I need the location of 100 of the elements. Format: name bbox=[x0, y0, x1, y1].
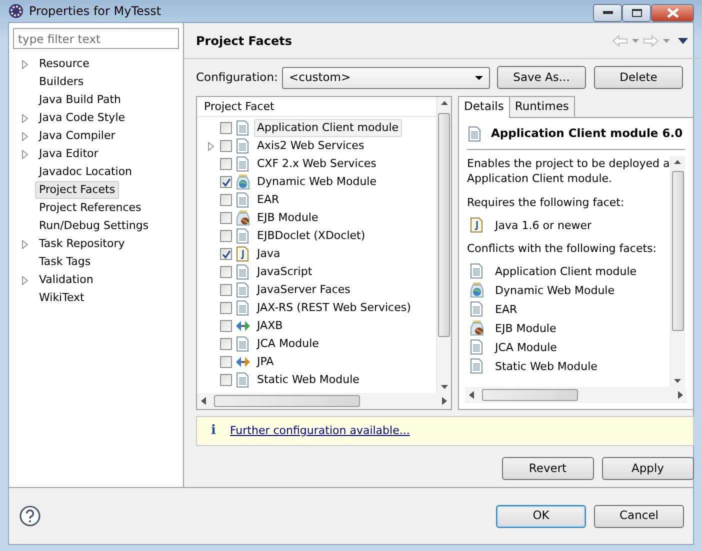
document-icon bbox=[469, 358, 485, 374]
checkbox[interactable] bbox=[220, 320, 232, 332]
facet-item[interactable]: JCA Module bbox=[254, 334, 322, 354]
horizontal-scrollbar[interactable] bbox=[197, 393, 451, 409]
apply-button[interactable]: Apply bbox=[602, 457, 694, 480]
ok-button[interactable]: OK bbox=[496, 504, 586, 528]
scroll-right-icon[interactable] bbox=[442, 397, 447, 405]
filter-field[interactable]: type filter text bbox=[13, 28, 179, 49]
document-icon bbox=[469, 339, 485, 355]
facet-description: Enables the project to be deployed a bbox=[467, 156, 670, 170]
checkbox[interactable] bbox=[220, 230, 232, 242]
tab[interactable]: Details bbox=[458, 96, 510, 118]
expand-icon[interactable] bbox=[208, 142, 214, 150]
checkbox[interactable] bbox=[220, 374, 232, 386]
horizontal-scrollbar[interactable] bbox=[465, 387, 687, 403]
expand-icon[interactable] bbox=[22, 60, 28, 68]
vertical-scrollbar[interactable] bbox=[436, 97, 451, 393]
tree-item[interactable]: Java Code Style bbox=[35, 108, 130, 128]
caret-icon[interactable] bbox=[632, 38, 639, 42]
page-title: Project Facets bbox=[196, 32, 292, 50]
configuration-dropdown[interactable]: <custom> bbox=[282, 66, 490, 88]
facet-item[interactable]: EJB Module bbox=[254, 208, 322, 228]
tab[interactable]: Runtimes bbox=[508, 96, 575, 118]
document-icon bbox=[235, 156, 251, 172]
facet-item[interactable]: JavaServer Faces bbox=[254, 280, 354, 300]
facet-item[interactable]: Static Web Module bbox=[254, 370, 362, 390]
configuration-label: Configuration: bbox=[196, 68, 279, 86]
tree-item[interactable]: Java Editor bbox=[35, 144, 102, 164]
facet-item[interactable]: Axis2 Web Services bbox=[254, 136, 368, 156]
document-icon bbox=[235, 138, 251, 154]
caret-icon bbox=[475, 76, 483, 80]
document-icon bbox=[469, 301, 485, 317]
checkbox[interactable] bbox=[220, 122, 232, 134]
checkbox[interactable] bbox=[220, 284, 232, 296]
facet-item[interactable]: JavaScript bbox=[254, 262, 316, 282]
checkbox[interactable] bbox=[220, 176, 232, 188]
facet-item[interactable]: Dynamic Web Module bbox=[254, 172, 380, 192]
facet-item[interactable]: JPA bbox=[254, 352, 277, 372]
java-file-icon bbox=[469, 217, 485, 233]
scroll-right-icon[interactable] bbox=[678, 391, 683, 399]
conflicting-facet: Dynamic Web Module bbox=[495, 282, 614, 298]
maximize-icon bbox=[632, 9, 642, 17]
checkbox[interactable] bbox=[220, 212, 232, 224]
expand-icon[interactable] bbox=[22, 150, 28, 158]
save-as-button[interactable]: Save As... bbox=[497, 66, 586, 89]
document-icon bbox=[235, 372, 251, 388]
checkbox[interactable] bbox=[220, 338, 232, 350]
tree-item[interactable]: WikiText bbox=[35, 288, 88, 308]
expand-icon[interactable] bbox=[22, 276, 28, 284]
double-arrow-icon bbox=[235, 318, 251, 334]
facet-item[interactable]: CXF 2.x Web Services bbox=[254, 154, 380, 174]
facet-item[interactable]: EJBDoclet (XDoclet) bbox=[254, 226, 368, 246]
checkbox[interactable] bbox=[220, 194, 232, 206]
conflicting-facet: Static Web Module bbox=[495, 358, 598, 374]
back-icon[interactable] bbox=[612, 34, 628, 46]
facet-item[interactable]: Java bbox=[254, 244, 284, 264]
checkbox[interactable] bbox=[220, 140, 232, 152]
forward-icon[interactable] bbox=[642, 34, 659, 46]
tree-item[interactable]: Builders bbox=[35, 72, 88, 92]
tree-item[interactable]: Project Facets bbox=[35, 180, 120, 200]
facet-item[interactable]: JAXB bbox=[254, 316, 286, 336]
facet-item[interactable]: JAX-RS (REST Web Services) bbox=[254, 298, 414, 318]
tree-item[interactable]: Task Repository bbox=[35, 234, 129, 254]
vertical-scrollbar[interactable] bbox=[670, 156, 685, 387]
expand-icon[interactable] bbox=[22, 132, 28, 140]
document-icon bbox=[235, 336, 251, 352]
minimize-button[interactable] bbox=[593, 4, 622, 22]
document-icon bbox=[235, 300, 251, 316]
menu-icon[interactable] bbox=[678, 38, 688, 44]
tree-item[interactable]: Javadoc Location bbox=[35, 162, 136, 182]
facet-description: Application Client module. bbox=[467, 170, 614, 186]
facet-item[interactable]: Application Client module bbox=[254, 118, 402, 138]
tree-item[interactable]: Java Compiler bbox=[35, 126, 120, 146]
facet-item[interactable]: EAR bbox=[254, 190, 282, 210]
checkbox[interactable] bbox=[220, 356, 232, 368]
tree-item[interactable]: Task Tags bbox=[35, 252, 95, 272]
tree-item[interactable]: Run/Debug Settings bbox=[35, 216, 153, 236]
scroll-left-icon[interactable] bbox=[201, 397, 206, 405]
tree-item[interactable]: Validation bbox=[35, 270, 98, 290]
document-icon bbox=[235, 228, 251, 244]
revert-button[interactable]: Revert bbox=[502, 457, 594, 480]
further-configuration-link[interactable]: Further configuration available... bbox=[230, 422, 410, 440]
checkbox[interactable] bbox=[220, 248, 232, 260]
close-button[interactable] bbox=[651, 4, 694, 22]
checkbox[interactable] bbox=[220, 158, 232, 170]
maximize-button[interactable] bbox=[622, 4, 651, 22]
tree-item[interactable]: Project References bbox=[35, 198, 146, 218]
tree-item[interactable]: Java Build Path bbox=[35, 90, 126, 110]
checkbox[interactable] bbox=[220, 302, 232, 314]
caret-icon[interactable] bbox=[662, 38, 670, 42]
tree-item[interactable]: Resource bbox=[35, 54, 94, 74]
expand-icon[interactable] bbox=[22, 114, 28, 122]
expand-icon[interactable] bbox=[22, 240, 28, 248]
cancel-button[interactable]: Cancel bbox=[594, 504, 684, 528]
scroll-left-icon[interactable] bbox=[469, 391, 474, 399]
conflicting-facet: Application Client module bbox=[495, 264, 637, 278]
delete-button[interactable]: Delete bbox=[594, 66, 683, 89]
bean-jar-icon bbox=[469, 320, 485, 336]
checkbox[interactable] bbox=[220, 266, 232, 278]
help-icon[interactable] bbox=[19, 505, 41, 527]
